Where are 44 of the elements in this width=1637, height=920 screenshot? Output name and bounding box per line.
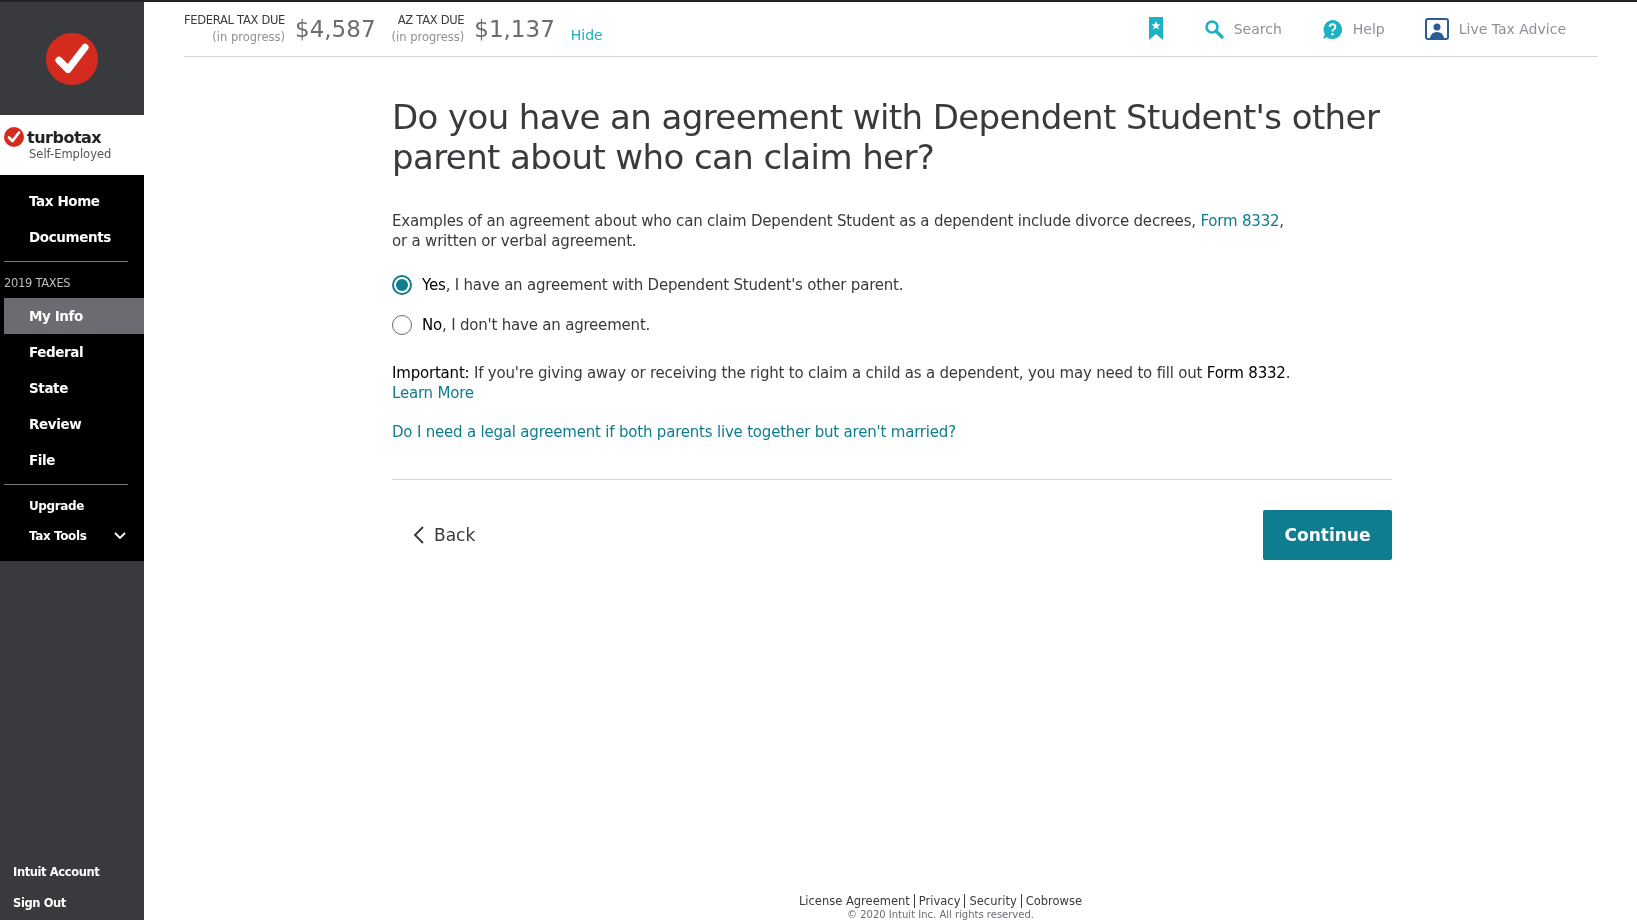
footer-link[interactable]: Cobrowse <box>1025 894 1083 908</box>
tax-note: (in progress) <box>391 29 465 46</box>
section-label: 2019 TAXES <box>3 275 72 292</box>
help-link[interactable]: Do I need a legal agreement if both parents live together but aren't married? <box>392 423 956 441</box>
sidebar-item[interactable]: Documents <box>4 219 144 255</box>
sidebar-item[interactable]: Tax Tools <box>4 521 144 551</box>
question-title: Do you have an agreement with Dependent Student's other parent about who can claim her? <box>392 97 1381 177</box>
sidebar-item[interactable]: File <box>4 442 144 478</box>
radio-button[interactable] <box>392 275 412 295</box>
tax-amount: $1,137 <box>474 16 555 42</box>
footer-link[interactable]: License Agreement <box>798 894 910 908</box>
sidebar-item[interactable]: State <box>4 370 144 406</box>
sidebar-item[interactable]: Tax Home <box>4 183 144 219</box>
sidebar-item[interactable]: Review <box>4 406 144 442</box>
radio-option[interactable]: No, I don't have an agreement. <box>392 305 651 345</box>
tax-label: AZ TAX DUE <box>396 12 465 29</box>
account-link[interactable]: Intuit Account <box>13 865 144 879</box>
brand-edition: Self-Employed <box>28 147 113 161</box>
bookmark-button[interactable] <box>1147 17 1164 41</box>
tax-amount: $4,587 <box>295 16 376 42</box>
copyright-text: © 2020 Intuit Inc. All rights reserved. <box>846 909 1035 920</box>
logo-check-icon <box>46 32 98 85</box>
important-note: Important: If you're giving away or receiving the right to claim a child as a dependent, you may need to fill out Form 8332. Learn More <box>392 363 1292 403</box>
brand-name: turbotax <box>27 127 102 147</box>
help-icon <box>1321 18 1343 40</box>
search-icon <box>1203 19 1224 39</box>
sidebar-item[interactable]: Federal <box>4 334 144 370</box>
back-button[interactable]: Back <box>414 525 476 545</box>
radio-option[interactable]: Yes, I have an agreement with Dependent Student's other parent. <box>392 265 904 305</box>
continue-button[interactable]: Continue <box>1263 510 1392 560</box>
footer-link[interactable]: Privacy <box>918 894 961 908</box>
intro-text: Examples of an agreement about who can claim Dependent Student as a dependent include divorce decrees, Form 8332, or a written or verbal agreement. <box>392 211 1285 251</box>
tax-note: (in progress) <box>211 29 286 46</box>
tax-label: FEDERAL TAX DUE <box>184 12 286 29</box>
chevron-left-icon <box>414 526 424 544</box>
person-frame-icon <box>1424 18 1449 40</box>
account-link[interactable]: Sign Out <box>13 896 144 910</box>
logo-check-icon <box>4 127 24 147</box>
form-link[interactable]: Form 8332 <box>1200 212 1280 230</box>
bookmark-icon <box>1147 17 1164 41</box>
footer-link[interactable]: Security <box>969 894 1017 908</box>
sidebar-item[interactable]: My Info <box>4 298 144 334</box>
learn-more-link[interactable]: Learn More <box>392 384 474 402</box>
sidebar-item[interactable]: Upgrade <box>4 491 144 521</box>
